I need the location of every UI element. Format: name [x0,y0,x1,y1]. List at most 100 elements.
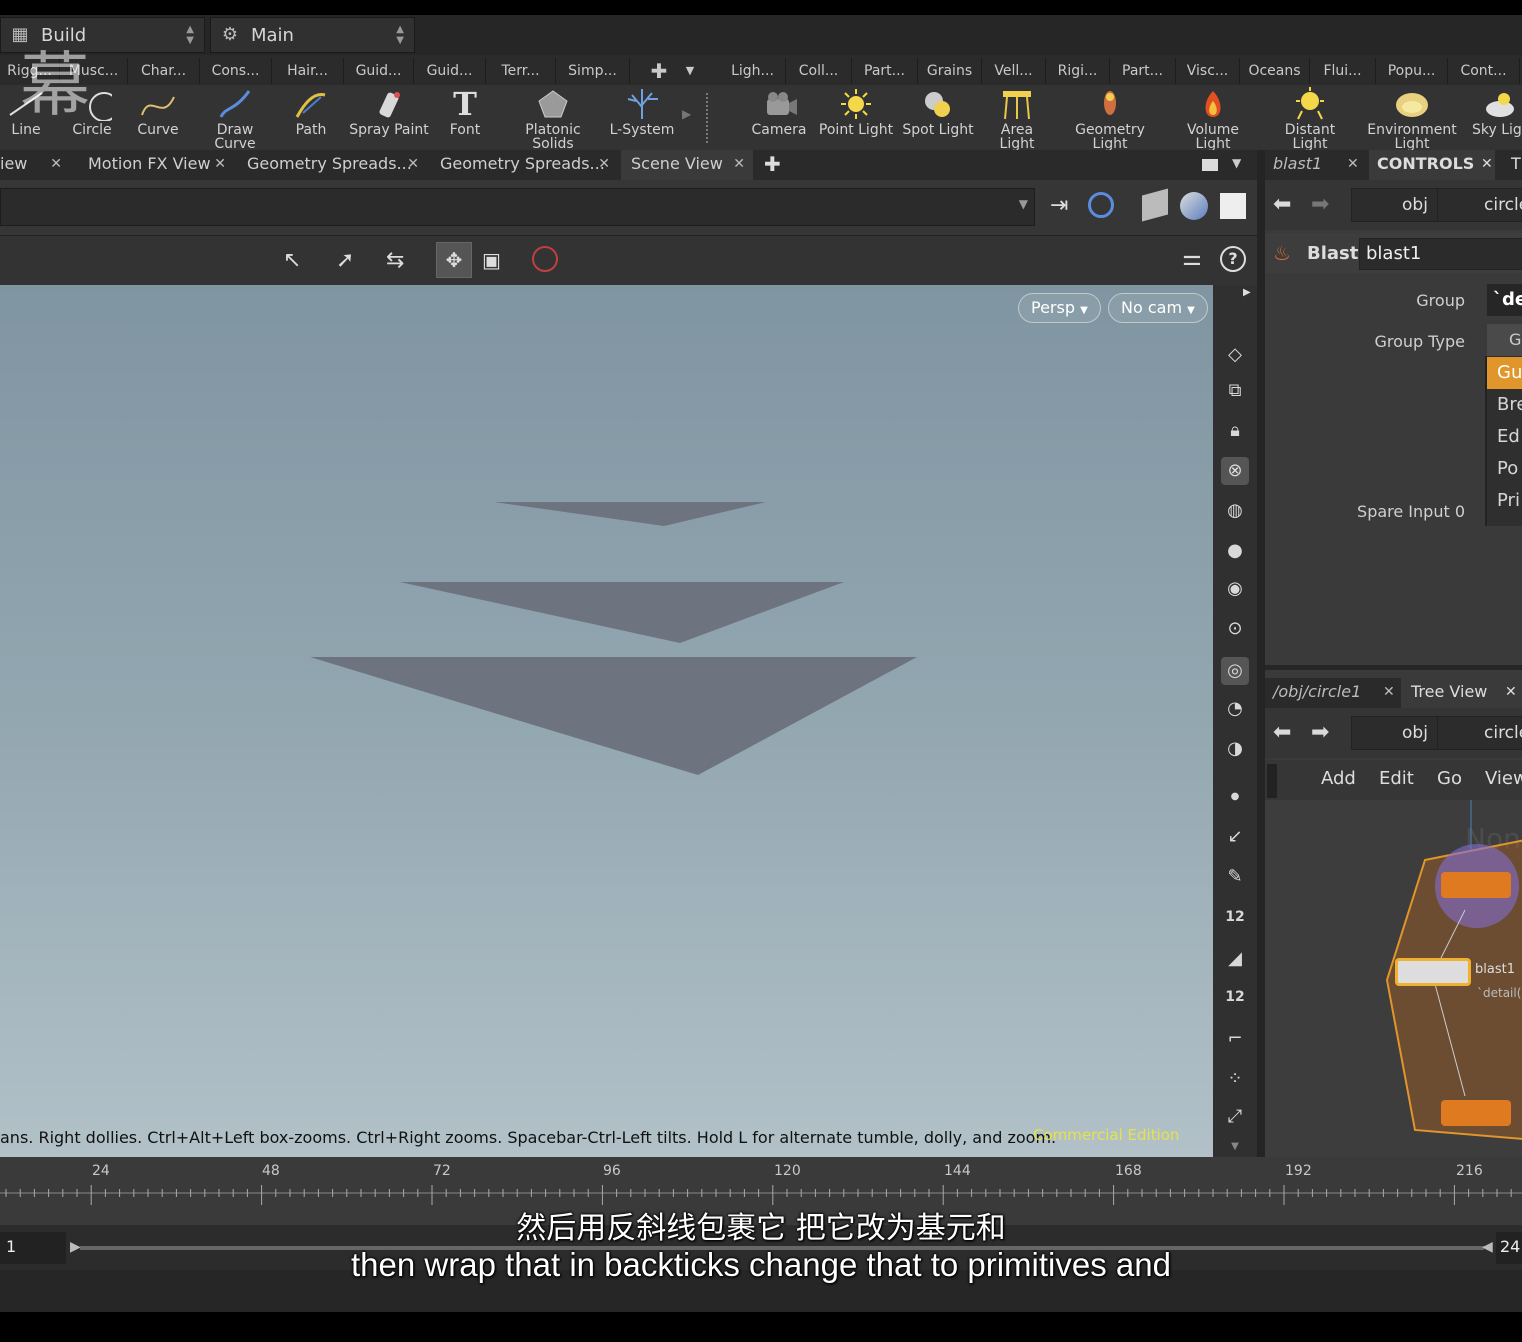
group-field[interactable]: `de [1487,284,1522,316]
shelf-tab[interactable]: Vell... [982,58,1046,84]
tab-scene-view[interactable]: Scene View ✕ [621,150,753,180]
back-arrow-icon[interactable]: ⬅ [1273,192,1291,217]
background-icon[interactable] [1220,193,1246,219]
menu-add[interactable]: Add [1321,768,1356,789]
close-icon[interactable]: ✕ [214,150,226,178]
menu-item-breakpoints[interactable]: Bre [1487,389,1522,421]
chevron-down-icon[interactable]: ▼ [1019,197,1028,211]
volume-light-tool[interactable]: Volume Light [1168,85,1258,151]
network-editor[interactable]: Non blast1 `detail( [1265,800,1522,1157]
shelf-tab[interactable]: Grains [918,58,982,84]
snap-points-icon[interactable]: ⁘ [1221,1065,1249,1093]
breadcrumb-obj[interactable]: obj [1351,716,1439,750]
shelf-tab[interactable]: Part... [852,58,918,84]
shelf-tab[interactable]: Part... [1110,58,1176,84]
scrollbar[interactable] [1267,764,1277,798]
circle-node[interactable] [1441,872,1511,898]
shelf-tab[interactable]: Hair... [272,58,344,84]
lock-icon[interactable]: 🔒︎ [1221,417,1249,445]
menu-go[interactable]: Go [1437,768,1462,789]
shading-icon[interactable] [1180,192,1208,220]
pin-icon[interactable]: ⇥ [1050,193,1068,218]
forward-arrow-icon[interactable]: ➡ [1311,192,1329,217]
sky-light-tool[interactable]: Sky Ligh [1468,85,1522,150]
maximize-icon[interactable] [1202,159,1218,171]
point-icon[interactable]: ● [1221,783,1249,811]
add-shelf-tab-icon[interactable]: ✚ [640,58,678,84]
shelf-tab[interactable]: Cons... [200,58,272,84]
menu-item-guess[interactable]: Gu [1487,357,1522,389]
pane-splitter[interactable] [1257,150,1265,1157]
area-light-tool[interactable]: Area Light [982,85,1052,151]
target-icon[interactable] [1088,192,1114,218]
shelf-tab[interactable]: Coll... [786,58,852,84]
view-tool-icon[interactable]: ✥ [436,242,472,278]
path-field[interactable]: ▼ [0,188,1035,226]
snap-multi-icon[interactable]: 12 [1221,983,1249,1011]
snap-curve-icon[interactable]: ↙ [1221,823,1249,851]
stop-icon[interactable] [532,246,558,272]
camera-tool[interactable]: Camera [748,85,810,150]
shelf-scroll-arrow-icon[interactable]: ▶ [682,107,691,121]
construction-plane-icon[interactable]: ⌐ [1221,1025,1249,1053]
scene-viewport[interactable]: Persp ▼ No cam ▼ ans. Right dollies. Ctr… [0,285,1213,1157]
tab-controls[interactable]: CONTROLS ✕ [1369,150,1495,180]
close-icon[interactable]: ✕ [50,150,62,178]
camera-menu[interactable]: No cam ▼ [1108,293,1208,323]
snap-grid-icon[interactable]: 12 [1221,903,1249,931]
close-icon[interactable]: ✕ [1347,150,1359,178]
network-dropdown[interactable]: ⚙ Main ▲ ▼ [210,17,415,53]
snap-prim-icon[interactable]: ◢ [1221,945,1249,973]
shelf-tab[interactable]: Terr... [486,58,556,84]
ghost-icon[interactable]: ◇ [1221,341,1249,369]
shading-ball-icon[interactable]: ◎ [1221,657,1249,685]
point-light-tool[interactable]: Point Light [818,85,894,150]
snap-edge-icon[interactable]: ⤢ [1221,1103,1249,1131]
close-icon[interactable]: ✕ [598,150,610,178]
output-node[interactable] [1441,1100,1511,1126]
spray-paint-tool[interactable]: Spray Paint [348,85,430,150]
font-tool[interactable]: T Font [440,85,490,150]
shelf-tab[interactable]: Ligh... [720,58,786,84]
forward-arrow-icon[interactable]: ➡ [1311,720,1329,745]
display-icon[interactable]: ▣ [482,248,501,272]
select-pointer-icon[interactable]: ➚ [336,248,354,273]
curve-tool[interactable]: Curve [128,85,188,150]
select-icon[interactable]: ↖ [283,248,301,273]
tool-options-icon[interactable]: ⚌ [1182,246,1202,271]
breadcrumb-circle[interactable]: circle [1437,188,1522,222]
close-icon[interactable]: ✕ [1383,678,1395,706]
camera-view-icon[interactable]: ◑ [1221,735,1249,763]
shelf-tab[interactable]: Simp... [556,58,630,84]
back-arrow-icon[interactable]: ⬅ [1273,720,1291,745]
light-bulb-icon[interactable]: ● [1221,537,1249,565]
tab-blast1[interactable]: blast1 ✕ [1273,150,1363,180]
close-icon[interactable]: ✕ [407,150,419,178]
shelf-tab[interactable]: Popu... [1376,58,1448,84]
breadcrumb-obj[interactable]: obj [1351,188,1439,222]
transform-icon[interactable]: ⇆ [386,248,404,273]
breadcrumb-circle[interactable]: circle [1437,716,1522,750]
tab-geometry-spreadsheet[interactable]: Geometry Spreads... ✕ [430,150,618,180]
node-name-field[interactable]: blast1 [1359,238,1522,270]
tab-geometry-spreadsheet[interactable]: Geometry Spreads... ✕ [237,150,427,180]
shelf-tab[interactable]: Visc... [1176,58,1240,84]
pane-divider[interactable] [1265,665,1522,670]
pane-menu-icon[interactable]: ▼ [1232,156,1241,170]
distant-light-tool[interactable]: Distant Light [1266,85,1354,151]
shelf-tab[interactable]: Char... [128,58,200,84]
group-type-menu[interactable]: G [1487,324,1522,356]
tab-tree-view[interactable]: Tree View ✕ [1401,678,1522,708]
environment-light-tool[interactable]: Environment Light [1366,85,1458,151]
sphere-icon[interactable]: ◍ [1221,497,1249,525]
menu-edit[interactable]: Edit [1379,768,1414,789]
tab-t[interactable]: T [1511,150,1522,180]
shelf-tab[interactable]: Rigi... [1046,58,1110,84]
close-icon[interactable]: ✕ [1481,150,1493,178]
close-icon[interactable]: ✕ [1505,678,1517,706]
headlight-icon[interactable]: ⊙ [1221,615,1249,643]
platonic-solids-tool[interactable]: Platonic Solids [516,85,590,151]
xray-icon[interactable]: ⊗ [1221,457,1249,485]
menu-item-primitives[interactable]: Pri [1487,485,1522,517]
template-icon[interactable]: ⧉ [1221,377,1249,405]
